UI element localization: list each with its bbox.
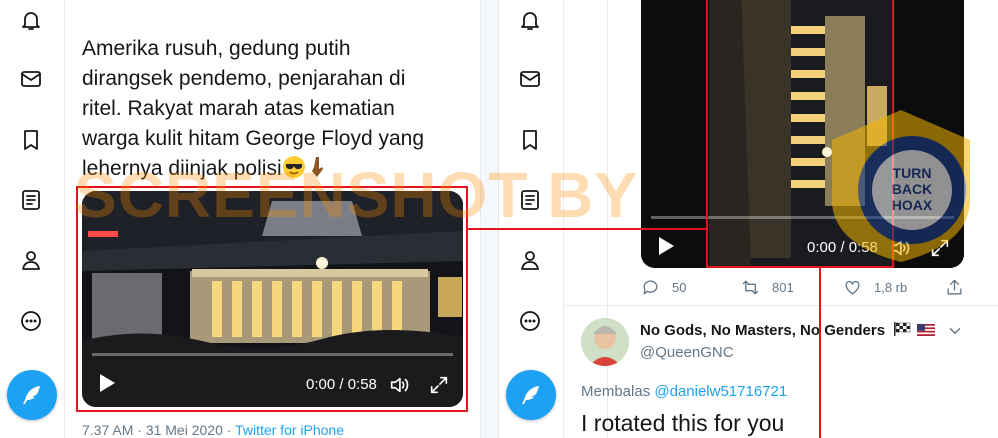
profile-icon[interactable] — [17, 246, 45, 274]
tweet-text-line: Amerika rusuh, gedung putih — [82, 37, 351, 60]
feather-compose-icon — [23, 386, 40, 404]
tweet-text-line: dirangsek pendemo, penjarahan di — [82, 67, 406, 90]
more-icon[interactable] — [516, 307, 544, 335]
reply-display-name[interactable]: No Gods, No Masters, No Genders — [640, 322, 936, 339]
fullscreen-icon[interactable] — [929, 237, 951, 259]
play-icon[interactable] — [659, 237, 674, 255]
retweet-action[interactable]: 801 — [741, 278, 794, 297]
sunglasses-emoji-icon — [282, 156, 305, 178]
tweet-text-line-end: lehernya diinjak polisi — [82, 157, 282, 180]
messages-mail-icon[interactable] — [17, 65, 45, 93]
pointing-down-emoji-icon — [311, 157, 323, 177]
replying-to-link[interactable]: @danielw51716721 — [654, 383, 787, 400]
reply-count: 50 — [672, 280, 687, 295]
tweet-timestamp: 7.37 AM · 31 Mei 2020 · Twitter for iPho… — [82, 422, 344, 438]
avatar-image — [581, 318, 629, 366]
compose-tweet-button[interactable] — [7, 370, 57, 420]
bookmark-icon[interactable] — [516, 126, 544, 154]
thread-line — [607, 0, 608, 438]
replying-prefix: Membalas — [581, 383, 655, 400]
us-flag-icon — [917, 324, 936, 336]
avatar[interactable] — [581, 318, 629, 366]
profile-icon[interactable] — [516, 246, 544, 274]
display-name-text: No Gods, No Masters, No Genders — [640, 322, 886, 339]
share-action[interactable] — [945, 278, 964, 297]
reply-action[interactable]: 50 — [641, 278, 686, 297]
feather-compose-icon — [522, 386, 539, 404]
replying-to: Membalas @danielw51716721 — [581, 383, 787, 400]
retweet-icon — [742, 280, 759, 295]
lists-icon[interactable] — [516, 186, 544, 214]
tweet-source-link[interactable]: Twitter for iPhone — [235, 422, 344, 438]
timestamp-text: 7.37 AM · 31 Mei 2020 · — [82, 422, 236, 438]
share-icon — [947, 279, 962, 295]
annotation-box-right-video — [706, 0, 894, 268]
compose-tweet-button[interactable] — [506, 370, 556, 420]
reply-handle[interactable]: @QueenGNC — [640, 344, 734, 361]
left-nav-rail — [0, 0, 65, 438]
annotation-connector-horizontal — [468, 228, 706, 230]
tweet-text-line: lehernya diinjak polisi — [82, 154, 472, 184]
messages-mail-icon[interactable] — [516, 65, 544, 93]
notifications-bell-icon[interactable] — [17, 6, 45, 34]
reply-text: I rotated this for you — [581, 410, 785, 436]
heart-icon — [845, 280, 860, 295]
like-action[interactable]: 1,8 rb — [843, 278, 907, 297]
lists-icon[interactable] — [17, 186, 45, 214]
bookmark-icon[interactable] — [17, 126, 45, 154]
annotation-connector-vertical — [819, 268, 821, 438]
tweet-text-line: warga kulit hitam George Floyd yang — [82, 127, 424, 150]
tweet-text: Amerika rusuh, gedung putih dirangsek pe… — [82, 34, 472, 184]
retweet-count: 801 — [772, 280, 794, 295]
checkered-flag-icon — [894, 322, 911, 336]
right-nav-rail — [499, 0, 564, 438]
tweet-separator — [563, 305, 998, 306]
pane-divider — [480, 0, 499, 438]
chevron-down-icon[interactable] — [946, 322, 964, 340]
reply-icon — [643, 280, 658, 295]
notifications-bell-icon[interactable] — [516, 6, 544, 34]
annotation-box-left-video — [76, 186, 468, 412]
tweet-text-line: ritel. Rakyat marah atas kematian — [82, 97, 395, 120]
more-icon[interactable] — [17, 307, 45, 335]
like-count: 1,8 rb — [874, 280, 908, 295]
